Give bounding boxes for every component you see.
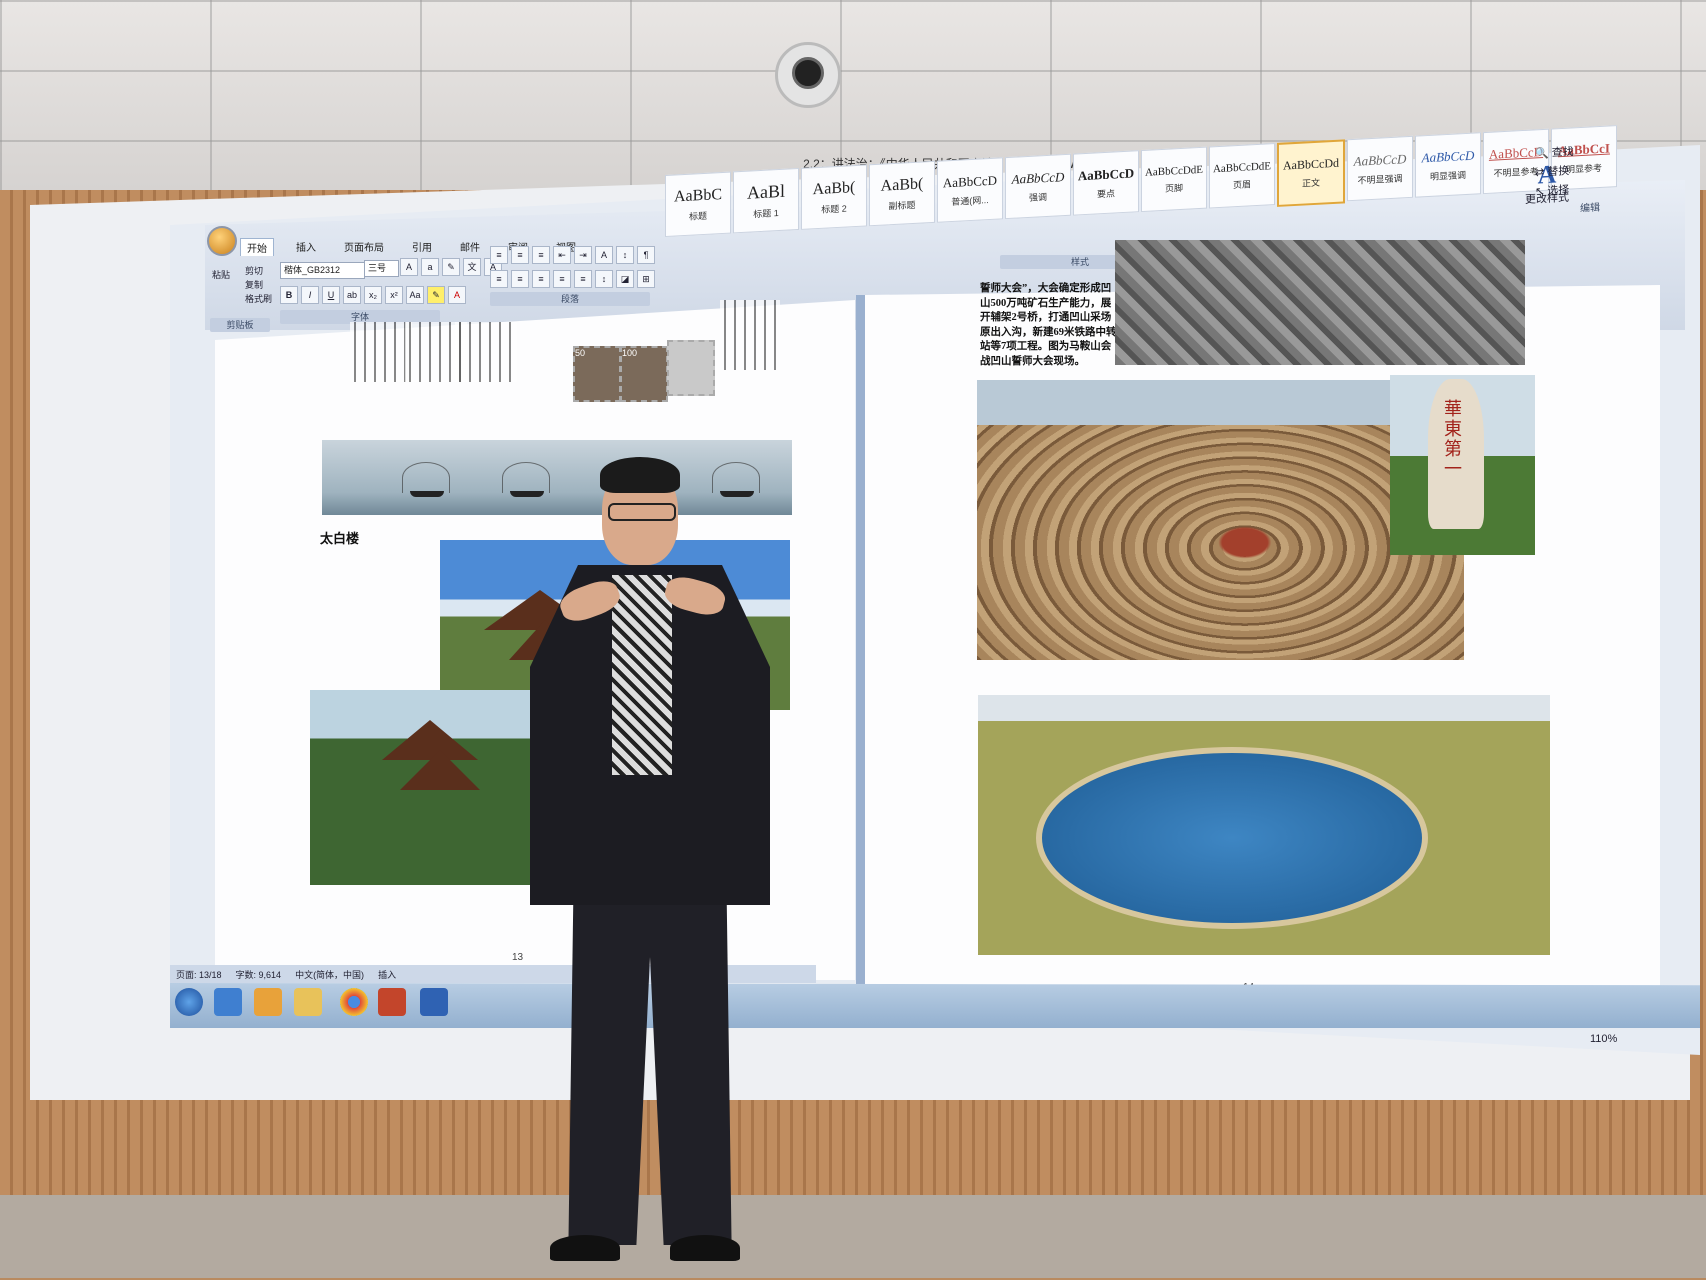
tab-home[interactable]: 开始 bbox=[240, 238, 274, 256]
borders-icon[interactable]: ⊞ bbox=[637, 270, 655, 288]
bold-icon[interactable]: B bbox=[280, 286, 298, 304]
paragraph-tools-row-1: ≡ ≡ ≡ ⇤ ⇥ A ↕ ¶ bbox=[490, 246, 655, 264]
start-button-icon[interactable] bbox=[175, 988, 203, 1016]
font-size-select[interactable]: 三号 bbox=[364, 260, 399, 277]
underline-icon[interactable]: U bbox=[322, 286, 340, 304]
shading-icon[interactable]: ◪ bbox=[616, 270, 634, 288]
ie-icon[interactable] bbox=[214, 988, 242, 1016]
tab-mailings[interactable]: 邮件 bbox=[454, 238, 486, 256]
page-divider bbox=[856, 295, 865, 995]
media-player-icon[interactable] bbox=[254, 988, 282, 1016]
ceiling-camera bbox=[775, 42, 841, 108]
clear-format-icon[interactable]: ✎ bbox=[442, 258, 460, 276]
postage-stamp: 100 bbox=[620, 346, 668, 402]
editing-group: 🔍 查找 ⇄ 替换 ↖ 选择 编辑 bbox=[1535, 139, 1645, 215]
inscribed-stone-photo: 華東第一 bbox=[1390, 375, 1535, 555]
numbering-icon[interactable]: ≡ bbox=[511, 246, 529, 264]
justify-icon[interactable]: ≡ bbox=[553, 270, 571, 288]
show-marks-icon[interactable]: ¶ bbox=[637, 246, 655, 264]
style-header[interactable]: AaBbCcDdE 页眉 bbox=[1209, 143, 1275, 209]
change-case-icon[interactable]: Aa bbox=[406, 286, 424, 304]
format-painter-button[interactable]: 格式刷 bbox=[245, 292, 272, 305]
strikethrough-icon[interactable]: ab bbox=[343, 286, 361, 304]
increase-indent-icon[interactable]: ⇥ bbox=[574, 246, 592, 264]
cut-button[interactable]: 剪切 bbox=[245, 264, 263, 277]
floor bbox=[0, 1195, 1706, 1278]
distributed-icon[interactable]: ≡ bbox=[574, 270, 592, 288]
explorer-icon[interactable] bbox=[294, 988, 322, 1016]
tab-page-layout[interactable]: 页面布局 bbox=[338, 238, 390, 256]
style-strong[interactable]: AaBbCcD 要点 bbox=[1073, 150, 1139, 216]
clipboard-group-label: 剪贴板 bbox=[210, 318, 270, 332]
style-normal-web[interactable]: AaBbCcD 普通(网... bbox=[937, 157, 1003, 223]
paragraph-group-label: 段落 bbox=[490, 292, 650, 306]
postage-stamp: 50 bbox=[573, 346, 621, 402]
align-center-icon[interactable]: ≡ bbox=[511, 270, 529, 288]
align-left-icon[interactable]: ≡ bbox=[490, 270, 508, 288]
page-indicator[interactable]: 页面: 13/18 bbox=[176, 968, 222, 981]
style-heading-2[interactable]: AaBb(标题 2 bbox=[801, 164, 867, 230]
superscript-icon[interactable]: x² bbox=[385, 286, 403, 304]
zoom-level[interactable]: 110% bbox=[1590, 1033, 1617, 1045]
right-shoe bbox=[670, 1235, 740, 1261]
pit-lake-photo bbox=[978, 695, 1550, 955]
plaid-shirt bbox=[612, 575, 672, 775]
phonetic-icon[interactable]: 文 bbox=[463, 258, 481, 276]
powerpoint-icon[interactable] bbox=[378, 988, 406, 1016]
tab-references[interactable]: 引用 bbox=[406, 238, 438, 256]
left-shoe bbox=[550, 1235, 620, 1261]
event-paragraph: 誓师大会”，大会确定形成凹山500万吨矿石生产能力，展开辅架2号桥，打通凹山采场… bbox=[980, 283, 1117, 367]
hair bbox=[600, 457, 680, 493]
copy-button[interactable]: 复制 bbox=[245, 278, 263, 291]
glasses bbox=[608, 503, 676, 521]
align-right-icon[interactable]: ≡ bbox=[532, 270, 550, 288]
style-subtitle[interactable]: AaBb(副标题 bbox=[869, 160, 935, 227]
paste-button[interactable]: 粘贴 bbox=[212, 268, 230, 281]
decrease-indent-icon[interactable]: ⇤ bbox=[553, 246, 571, 264]
tab-insert[interactable]: 插入 bbox=[290, 238, 322, 256]
office-button[interactable] bbox=[207, 226, 237, 256]
font-tools-row-2: B I U ab x₂ x² Aa ✎ A bbox=[280, 286, 466, 304]
chinese-layout-icon[interactable]: A bbox=[595, 246, 613, 264]
word-icon[interactable] bbox=[420, 988, 448, 1016]
presenter bbox=[490, 457, 820, 1280]
style-subtle-emphasis[interactable]: AaBbCcD 不明显强调 bbox=[1347, 135, 1413, 202]
line-spacing-icon[interactable]: ↕ bbox=[595, 270, 613, 288]
italic-icon[interactable]: I bbox=[301, 286, 319, 304]
vertical-text-block bbox=[720, 300, 780, 370]
style-footer[interactable]: AaBbCcDdE 页脚 bbox=[1141, 146, 1207, 213]
style-body[interactable]: AaBbCcDd 正文 bbox=[1277, 139, 1345, 207]
taibai-tower-caption: 太白楼 bbox=[320, 531, 360, 546]
font-name-select[interactable]: 楷体_GB2312 bbox=[280, 262, 365, 279]
shrink-font-icon[interactable]: a bbox=[421, 258, 439, 276]
subscript-icon[interactable]: x₂ bbox=[364, 286, 382, 304]
word-count[interactable]: 字数: 9,614 bbox=[236, 968, 282, 981]
trousers bbox=[568, 885, 732, 1245]
chrome-icon[interactable] bbox=[340, 988, 368, 1016]
rally-photo bbox=[1115, 240, 1525, 365]
style-intense-emphasis[interactable]: AaBbCcD 明显强调 bbox=[1415, 132, 1481, 198]
highlight-icon[interactable]: ✎ bbox=[427, 286, 445, 304]
style-emphasis[interactable]: AaBbCcD 强调 bbox=[1005, 153, 1071, 220]
vertical-text-block bbox=[350, 322, 412, 382]
paragraph-tools-row-2: ≡ ≡ ≡ ≡ ≡ ↕ ◪ ⊞ bbox=[490, 270, 655, 288]
grow-font-icon[interactable]: A bbox=[400, 258, 418, 276]
postage-stamp bbox=[667, 340, 715, 396]
style-heading-1[interactable]: AaBl 标题 1 bbox=[733, 167, 799, 234]
style-title[interactable]: AaBbC 标题 bbox=[665, 171, 731, 237]
sort-icon[interactable]: ↕ bbox=[616, 246, 634, 264]
font-tools-row-1: A a ✎ 文 A bbox=[400, 258, 502, 276]
vertical-text-block bbox=[455, 322, 517, 382]
bullets-icon[interactable]: ≡ bbox=[490, 246, 508, 264]
font-color-icon[interactable]: A bbox=[448, 286, 466, 304]
insert-mode[interactable]: 插入 bbox=[378, 968, 396, 981]
language-indicator[interactable]: 中文(简体，中国) bbox=[295, 968, 364, 981]
multilevel-list-icon[interactable]: ≡ bbox=[532, 246, 550, 264]
